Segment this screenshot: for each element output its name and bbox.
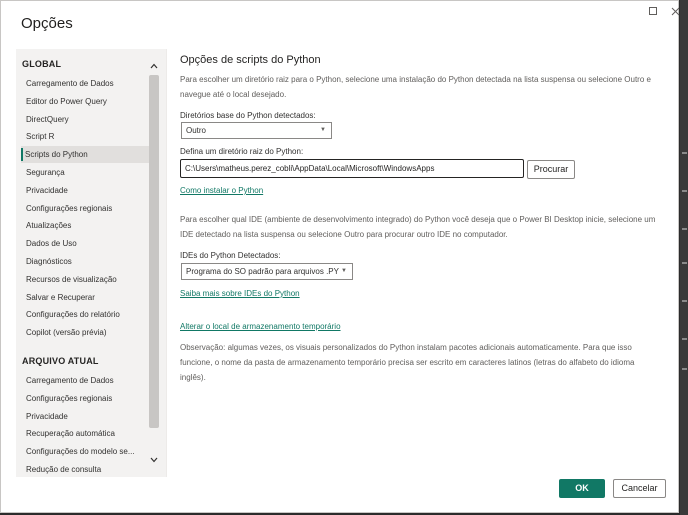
background-mark	[682, 190, 687, 192]
sidebar-item-recuperacao-automatica[interactable]: Recuperação automática	[22, 425, 150, 442]
background-mark	[682, 338, 687, 340]
sidebar-item-editor-do-power-query[interactable]: Editor do Power Query	[22, 93, 150, 110]
temp-storage-link[interactable]: Alterar o local de armazenamento temporá…	[180, 322, 341, 331]
background-mark	[682, 262, 687, 264]
detected-dirs-value: Outro	[186, 126, 207, 135]
sidebar-item-seguranca[interactable]: Segurança	[22, 164, 150, 181]
root-dir-input[interactable]: C:\Users\matheus.perez_cobli\AppData\Loc…	[180, 159, 524, 178]
detected-dirs-dropdown[interactable]: Outro ▼	[181, 122, 332, 139]
install-python-link[interactable]: Como instalar o Python	[180, 186, 263, 195]
sidebar-scroll-thumb[interactable]	[149, 75, 159, 428]
maximize-icon[interactable]	[643, 3, 663, 19]
sidebar-item-configuracoes-regionais[interactable]: Configurações regionais	[22, 200, 150, 217]
sidebar-item-salvar-e-recuperar[interactable]: Salvar e Recuperar	[22, 289, 150, 306]
chevron-up-icon[interactable]	[150, 63, 158, 71]
sidebar-item-dados-de-uso[interactable]: Dados de Uso	[22, 235, 150, 252]
options-dialog: Opções GLOBAL Carregamento de Dados Edito…	[0, 0, 679, 513]
sidebar-item-recursos-de-visualizacao[interactable]: Recursos de visualização	[22, 271, 150, 288]
chevron-down-icon[interactable]	[150, 457, 158, 465]
python-ide-link[interactable]: Saiba mais sobre IDEs do Python	[180, 289, 300, 298]
sidebar-item-carregamento-de-dados[interactable]: Carregamento de Dados	[22, 372, 150, 389]
sidebar-item-diagnosticos[interactable]: Diagnósticos	[22, 253, 150, 270]
sidebar-item-configuracoes-regionais[interactable]: Configurações regionais	[22, 390, 150, 407]
background-mark	[682, 152, 687, 154]
sidebar-item-scripts-do-python[interactable]: Scripts do Python	[21, 146, 149, 164]
intro-text: Para escolher um diretório raiz para o P…	[180, 75, 651, 99]
ok-button[interactable]: OK	[559, 479, 605, 498]
caret-down-icon: ▼	[341, 268, 347, 274]
ide-intro-text: Para escolher qual IDE (ambiente de dese…	[180, 215, 656, 239]
ide-label: IDEs do Python Detectados:	[180, 251, 281, 260]
root-dir-label: Defina um diretório raiz do Python:	[180, 147, 304, 156]
detected-dirs-label: Diretórios base do Python detectados:	[180, 111, 316, 120]
sidebar-item-reducao-de-consulta[interactable]: Redução de consulta	[22, 461, 150, 477]
sidebar-header-global: GLOBAL	[22, 59, 62, 69]
browse-button[interactable]: Procurar	[527, 160, 575, 179]
sidebar-item-atualizacoes[interactable]: Atualizações	[22, 217, 150, 234]
ide-value: Programa do SO padrão para arquivos .PY	[186, 267, 339, 276]
options-sidebar: GLOBAL Carregamento de Dados Editor do Po…	[16, 49, 167, 477]
sidebar-header-current-file: ARQUIVO ATUAL	[22, 356, 99, 366]
sidebar-item-privacidade[interactable]: Privacidade	[22, 408, 150, 425]
sidebar-item-directquery[interactable]: DirectQuery	[22, 111, 150, 128]
cancel-button[interactable]: Cancelar	[613, 479, 666, 498]
note-text: Observação: algumas vezes, os visuais pe…	[180, 343, 635, 382]
sidebar-item-script-r[interactable]: Script R	[22, 128, 150, 145]
background-window	[680, 0, 688, 515]
sidebar-item-privacidade[interactable]: Privacidade	[22, 182, 150, 199]
page-title: Opções de scripts do Python	[180, 54, 321, 66]
background-mark	[682, 368, 687, 370]
sidebar-item-configuracoes-do-relatorio[interactable]: Configurações do relatório	[22, 306, 150, 323]
dialog-title: Opções	[21, 15, 73, 32]
sidebar-item-configuracoes-do-modelo-se[interactable]: Configurações do modelo se...	[22, 443, 150, 460]
sidebar-item-copilot-versao-previa[interactable]: Copilot (versão prévia)	[22, 324, 150, 341]
caret-down-icon: ▼	[320, 127, 326, 133]
ide-dropdown[interactable]: Programa do SO padrão para arquivos .PY …	[181, 263, 353, 280]
background-mark	[682, 300, 687, 302]
background-mark	[682, 228, 687, 230]
sidebar-item-carregamento-de-dados[interactable]: Carregamento de Dados	[22, 75, 150, 92]
